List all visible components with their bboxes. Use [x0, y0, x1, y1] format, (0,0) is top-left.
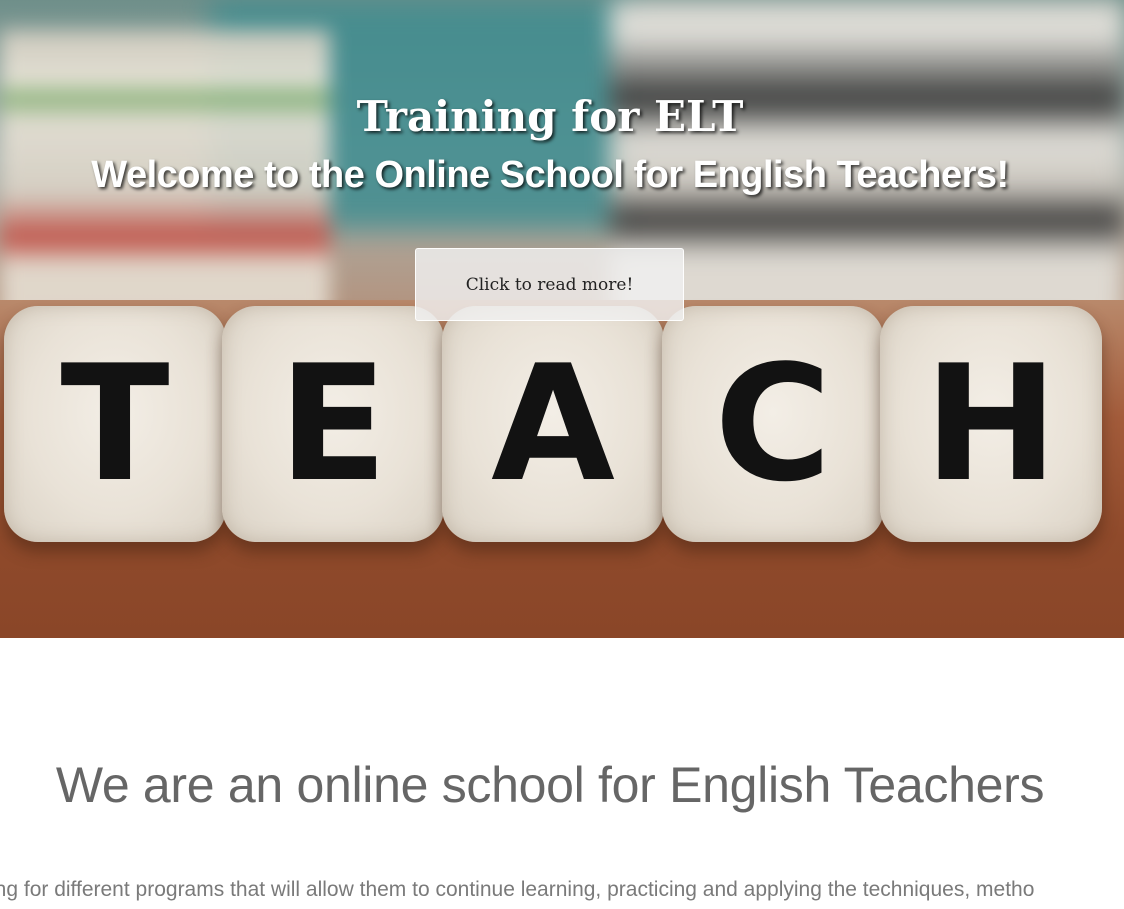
die-letter: E	[278, 330, 388, 517]
die-5: H	[880, 306, 1102, 542]
die-letter: C	[714, 330, 832, 517]
die-1: T	[4, 306, 226, 542]
die-letter: H	[924, 330, 1058, 517]
die-letter: T	[60, 330, 170, 517]
die-4: C	[662, 306, 884, 542]
die-letter: A	[491, 330, 615, 517]
intro-heading: We are an online school for English Teac…	[55, 757, 1045, 813]
die-2: E	[222, 306, 444, 542]
die-3: A	[442, 306, 664, 542]
hero-subtitle: Welcome to the Online School for English…	[91, 154, 1009, 196]
hero-title: Training for ELT	[356, 92, 744, 141]
read-more-button[interactable]: Click to read more!	[415, 248, 684, 321]
hero-banner: T E A C H Training for ELT Welcome to th…	[0, 0, 1124, 638]
teach-dice-image: T E A C H	[0, 306, 1124, 546]
intro-text: ing for different programs that will all…	[0, 878, 1035, 901]
